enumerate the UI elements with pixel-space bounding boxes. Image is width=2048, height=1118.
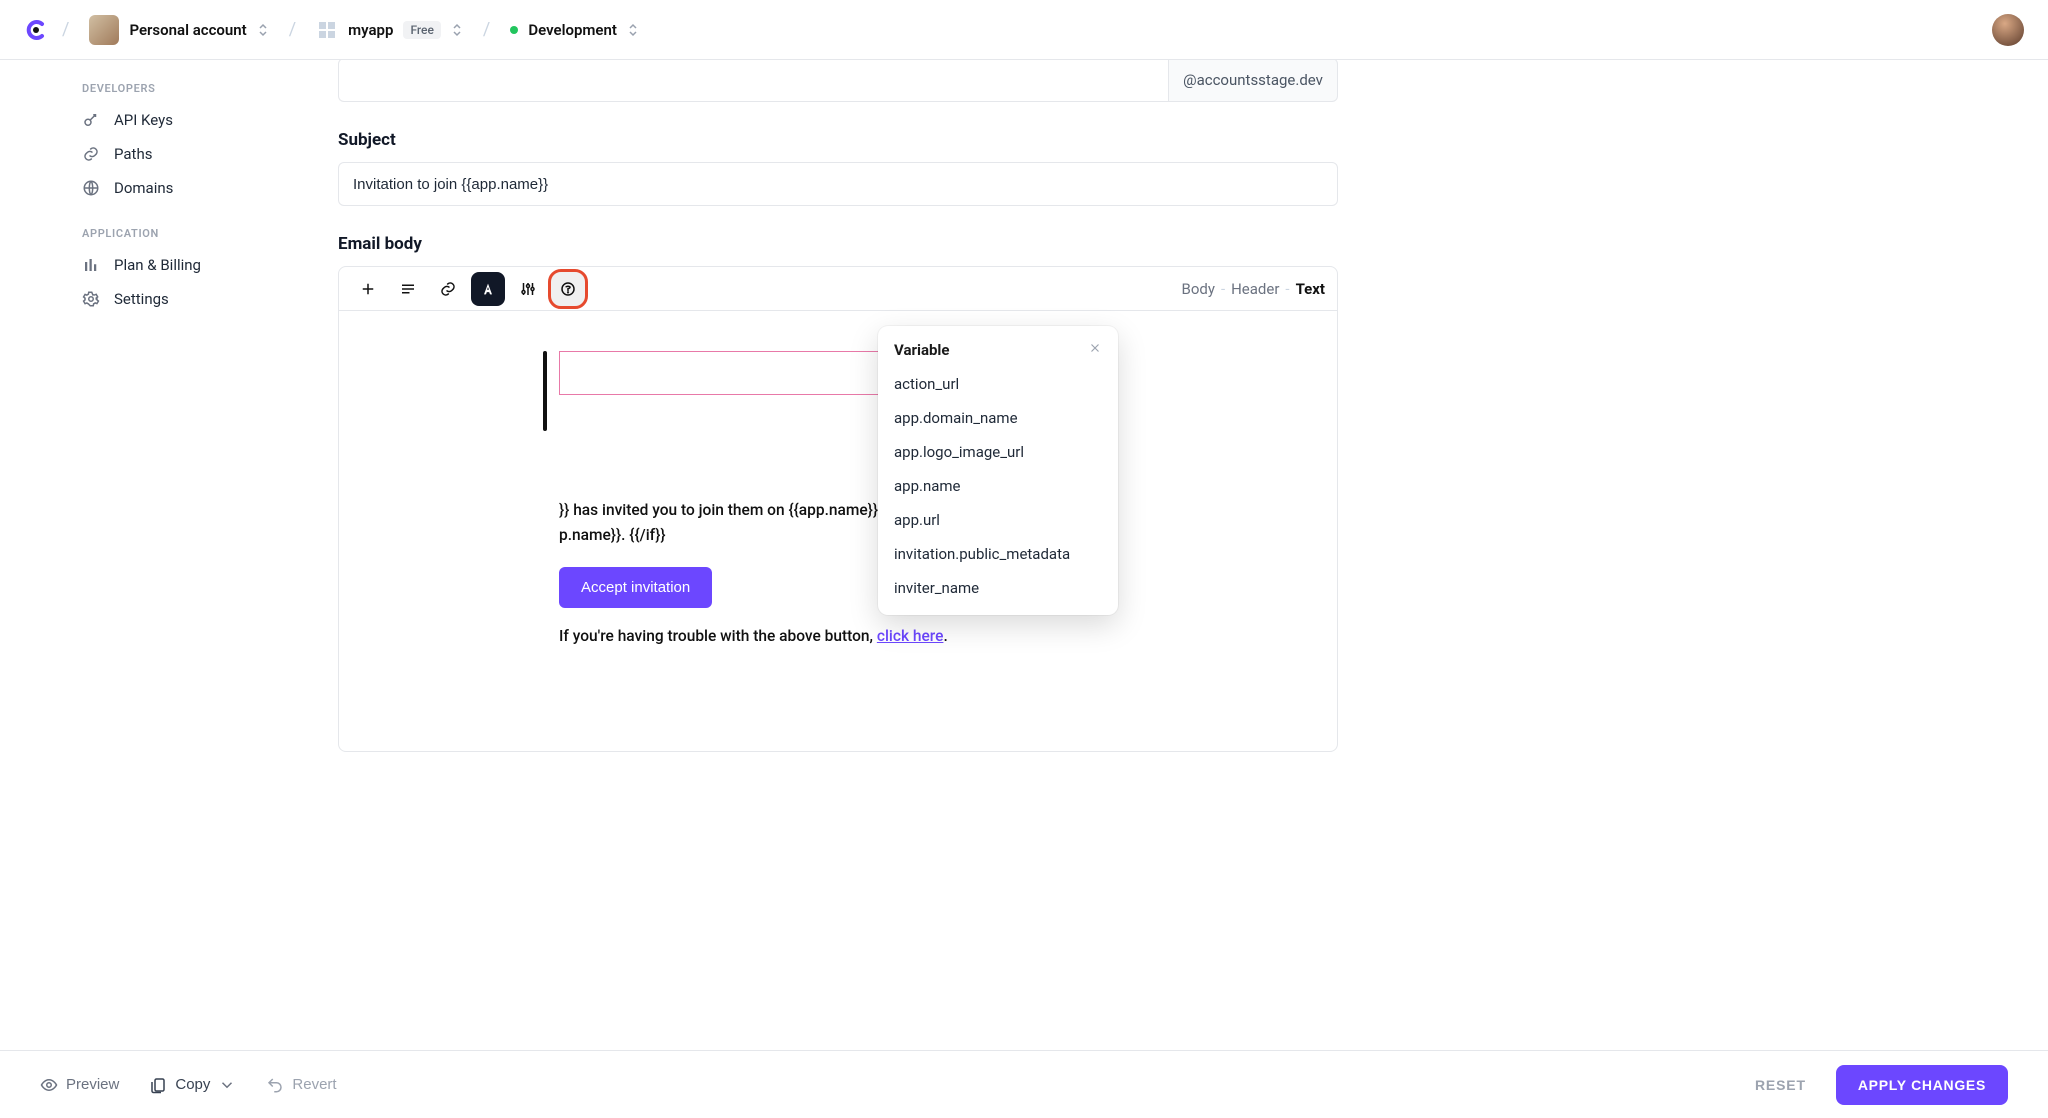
path-text[interactable]: Text [1296,280,1325,298]
gear-icon [82,290,100,308]
bars-icon [82,256,100,274]
sidebar-item-paths[interactable]: Paths [40,137,280,171]
toolbar-link-button[interactable] [431,272,465,306]
brand-logo [24,18,48,42]
sidebar-item-api-keys[interactable]: API Keys [40,103,280,137]
avatar-thumbnail [89,15,119,45]
variable-icon [559,280,577,298]
preview-button[interactable]: Preview [40,1076,119,1094]
sidebar-item-label: Plan & Billing [114,256,201,274]
variable-popover: Variable action_url app.domain_name app.… [878,326,1118,615]
apply-changes-button[interactable]: APPLY CHANGES [1836,1065,2008,1105]
close-icon [1088,341,1102,355]
variable-option[interactable]: app.name [878,469,1118,503]
accept-invitation-button[interactable]: Accept invitation [559,567,712,608]
toolbar-variable-button[interactable] [551,272,585,306]
sidebar-item-settings[interactable]: Settings [40,282,280,316]
sliders-icon [519,280,537,298]
trouble-suffix: . [943,627,947,645]
variable-option[interactable]: app.url [878,503,1118,537]
path-body[interactable]: Body [1181,280,1214,298]
globe-icon [82,179,100,197]
from-local-input[interactable] [338,60,1168,102]
undo-icon [266,1076,284,1094]
editor-toolbar: Body - Header - Text [339,267,1337,311]
link-icon [439,280,457,298]
sidebar-item-domains[interactable]: Domains [40,171,280,205]
toolbar-add-button[interactable] [351,272,385,306]
revert-button[interactable]: Revert [266,1076,336,1094]
toolbar-text-style-button[interactable] [471,272,505,306]
user-avatar-menu[interactable] [1992,14,2024,46]
copy-button[interactable]: Copy [149,1076,236,1094]
sidebar-item-label: Settings [114,290,169,308]
revert-label: Revert [292,1076,336,1093]
toolbar-lines-button[interactable] [391,272,425,306]
selector-icon [451,22,463,38]
body-label: Email body [338,234,1338,254]
env-status-dot-icon [510,26,518,34]
trouble-prefix: If you're having trouble with the above … [559,627,877,645]
key-icon [82,111,100,129]
account-switcher[interactable]: Personal account [83,11,274,49]
topbar: / Personal account / myapp Free / Develo… [0,0,2048,60]
popover-title: Variable [894,341,950,359]
variable-option[interactable]: app.logo_image_url [878,435,1118,469]
breadcrumb-separator: / [289,19,296,40]
sidebar-item-plan-billing[interactable]: Plan & Billing [40,248,280,282]
sidebar-section-developers: DEVELOPERS [40,60,280,103]
from-row: @accountsstage.dev [338,60,1338,102]
app-name: myapp [348,21,393,39]
subject-input[interactable] [338,162,1338,206]
plus-icon [359,280,377,298]
sidebar-item-label: API Keys [114,111,173,129]
variable-option[interactable]: app.domain_name [878,401,1118,435]
variable-option[interactable]: invitation.public_metadata [878,537,1118,571]
account-name: Personal account [129,21,246,39]
breadcrumb-separator: / [62,19,69,40]
sidebar: DEVELOPERS API Keys Paths Domains APP [0,60,280,1050]
breadcrumb-separator: / [483,19,490,40]
toolbar-adjust-button[interactable] [511,272,545,306]
plan-badge: Free [403,21,440,39]
eye-icon [40,1076,58,1094]
variable-option[interactable]: inviter_name [878,571,1118,605]
email-body-editor: Body - Header - Text }} has invited you … [338,266,1338,752]
environment-name: Development [528,21,617,39]
trouble-link[interactable]: click here [877,627,944,645]
path-header[interactable]: Header [1231,280,1279,298]
letter-a-icon [480,281,496,297]
main-content: @accountsstage.dev Subject Email body [280,60,2048,1050]
copy-label: Copy [175,1076,210,1093]
footer-bar: Preview Copy Revert RESET APPLY CHANGES [0,1050,2048,1118]
reset-button[interactable]: RESET [1755,1077,1806,1093]
from-domain-suffix: @accountsstage.dev [1168,60,1338,102]
trouble-text: If you're having trouble with the above … [559,627,1287,645]
editor-canvas[interactable]: }} has invited you to join them on {{app… [339,311,1337,751]
app-grid-icon [316,19,338,41]
popover-close-button[interactable] [1088,340,1102,359]
sidebar-item-label: Domains [114,179,173,197]
subject-label: Subject [338,130,1338,150]
sidebar-item-label: Paths [114,145,152,163]
sidebar-section-application: APPLICATION [40,205,280,248]
preview-label: Preview [66,1076,119,1093]
editor-path-breadcrumb: Body - Header - Text [1181,280,1325,298]
selector-icon [627,22,639,38]
app-switcher[interactable]: myapp Free [310,15,469,45]
clipboard-icon [149,1076,167,1094]
selection-handle[interactable] [543,351,547,431]
selector-icon [257,22,269,38]
chevron-down-icon [218,1076,236,1094]
variable-option[interactable]: action_url [878,367,1118,401]
lines-icon [399,280,417,298]
environment-switcher[interactable]: Development [504,17,645,43]
link-icon [82,145,100,163]
